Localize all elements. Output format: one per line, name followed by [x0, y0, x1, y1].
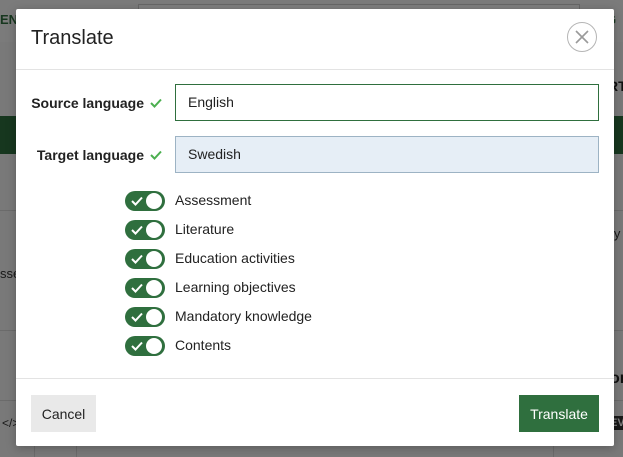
toggle-knob	[146, 222, 162, 238]
toggle-label: Learning objectives	[175, 279, 296, 295]
toggle-knob	[146, 338, 162, 354]
toggle-switch[interactable]	[125, 220, 165, 240]
toggle-label: Assessment	[175, 192, 252, 208]
check-icon	[150, 98, 162, 108]
check-icon	[131, 283, 143, 293]
close-icon	[575, 30, 589, 44]
source-language-label: Source language	[31, 95, 144, 111]
toggle-knob	[146, 193, 162, 209]
toggle-switch[interactable]	[125, 249, 165, 269]
toggle-switch[interactable]	[125, 191, 165, 211]
dialog-footer: Cancel Translate	[16, 378, 614, 447]
check-icon	[131, 341, 143, 351]
check-icon	[131, 312, 143, 322]
toggle-knob	[146, 309, 162, 325]
toggle-knob	[146, 280, 162, 296]
toggle-label: Literature	[175, 221, 235, 237]
target-language-select[interactable]: Swedish	[175, 136, 599, 173]
close-button[interactable]	[567, 22, 597, 52]
toggle-switch[interactable]	[125, 307, 165, 327]
check-icon	[131, 254, 143, 264]
toggle-switch[interactable]	[125, 336, 165, 356]
translate-button[interactable]: Translate	[519, 395, 599, 432]
check-icon	[150, 150, 162, 160]
toggle-label: Contents	[175, 337, 232, 353]
target-language-label: Target language	[36, 147, 144, 163]
check-icon	[131, 196, 143, 206]
check-icon	[131, 225, 143, 235]
dialog-title: Translate	[31, 27, 114, 49]
dialog-header: Translate	[16, 9, 614, 70]
translate-dialog: Translate Source language English Target…	[16, 9, 614, 446]
toggle-label: Education activities	[175, 250, 295, 266]
toggle-switch[interactable]	[125, 278, 165, 298]
toggle-knob	[146, 251, 162, 267]
cancel-button[interactable]: Cancel	[31, 395, 96, 432]
toggle-label: Mandatory knowledge	[175, 308, 312, 324]
source-language-field[interactable]: English	[175, 84, 599, 121]
